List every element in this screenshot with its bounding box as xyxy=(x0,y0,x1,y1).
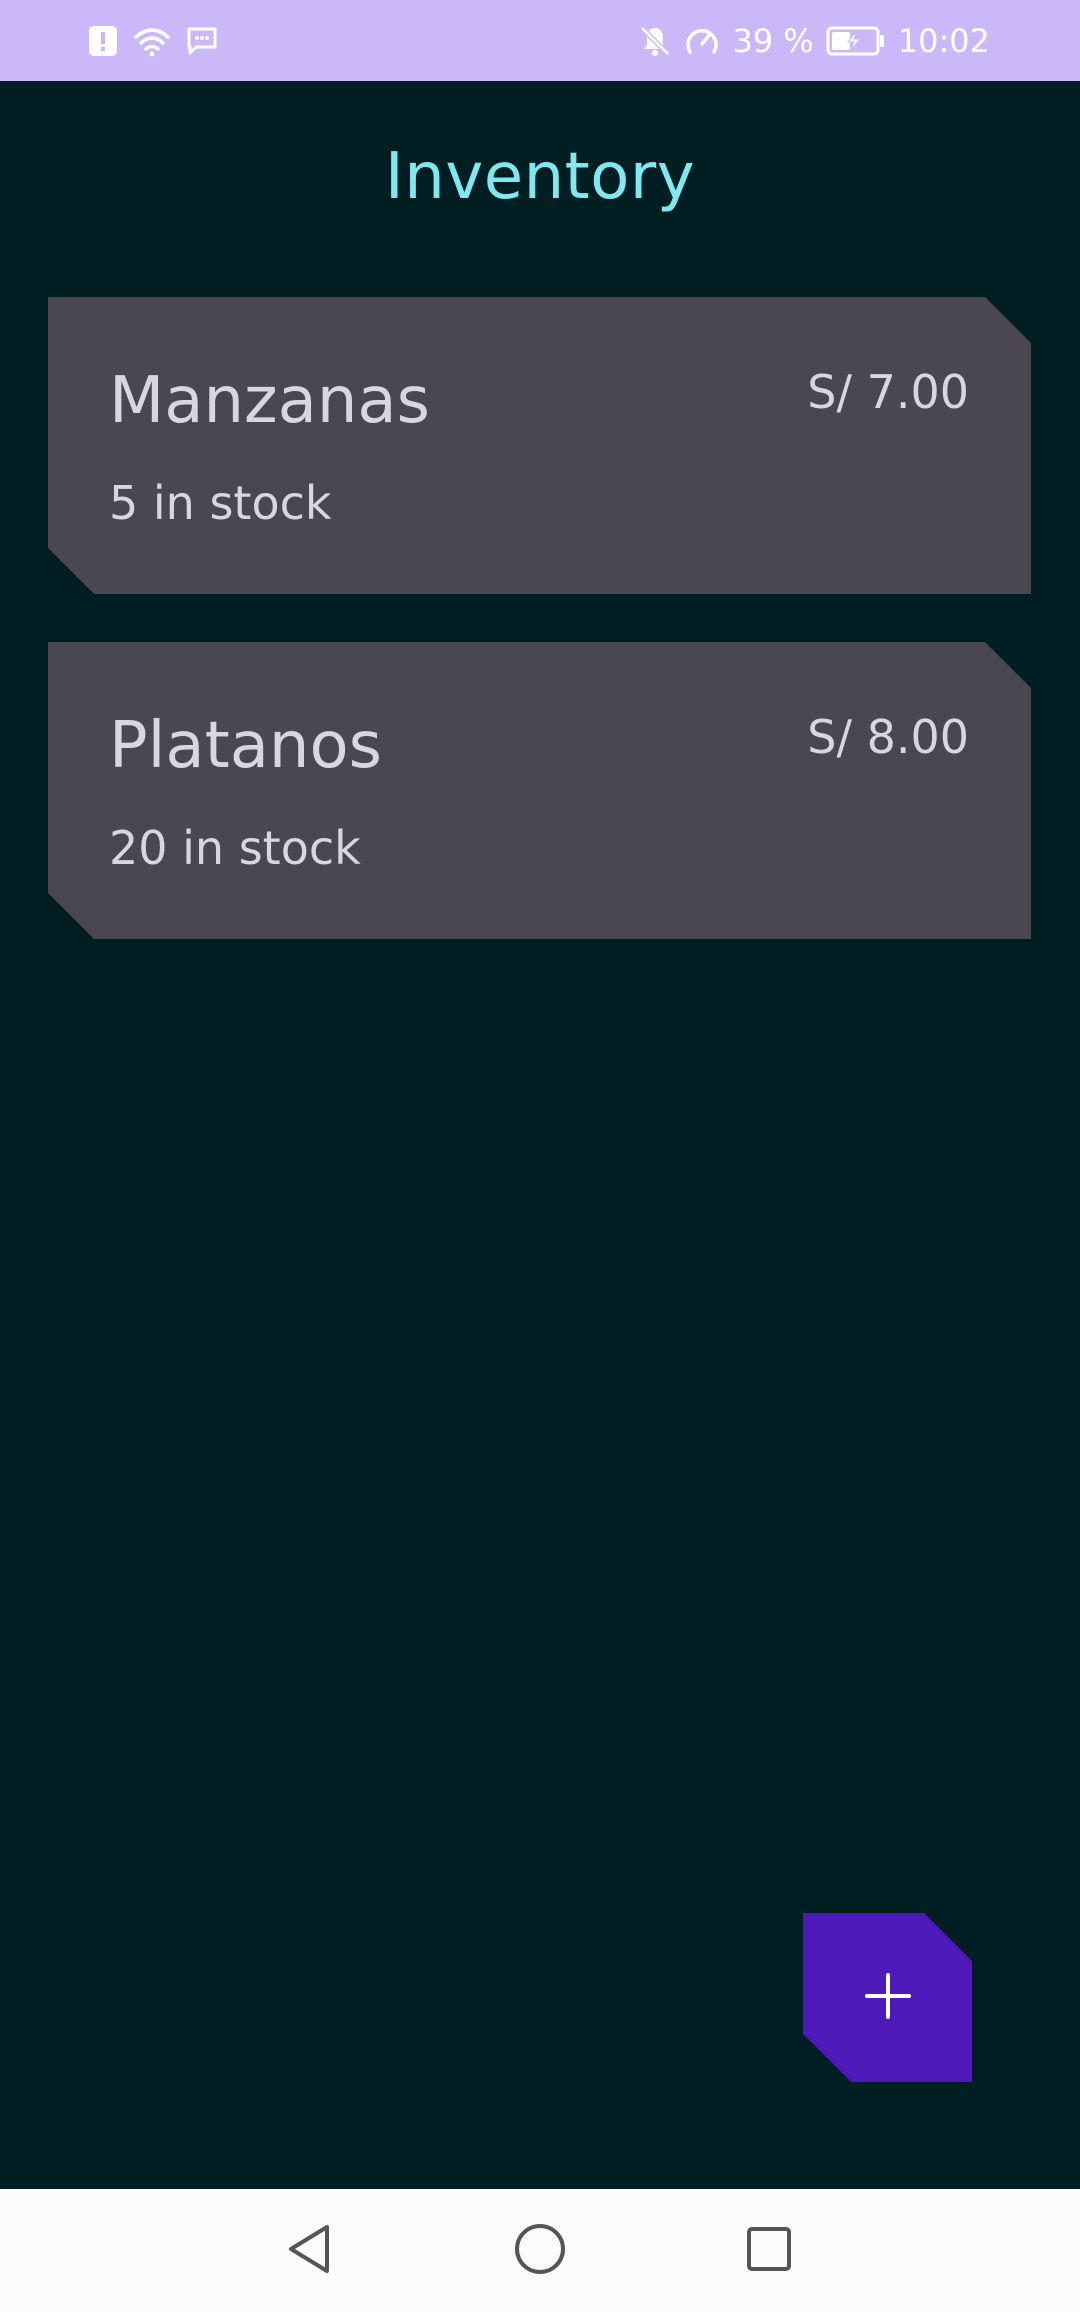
inventory-item-card[interactable]: Platanos S/ 8.00 20 in stock xyxy=(48,642,1031,939)
inventory-item-card[interactable]: Manzanas S/ 7.00 5 in stock xyxy=(48,297,1031,594)
mute-icon xyxy=(638,24,672,58)
item-stock: 20 in stock xyxy=(109,821,361,875)
item-name: Platanos xyxy=(109,709,382,783)
nav-recents-button[interactable] xyxy=(709,2189,829,2312)
nav-back-button[interactable] xyxy=(249,2189,369,2312)
clock: 10:02 xyxy=(897,21,990,60)
page-title: Inventory xyxy=(384,140,696,214)
item-name: Manzanas xyxy=(109,364,430,438)
status-left-icons xyxy=(88,0,218,81)
wifi-icon xyxy=(132,25,172,57)
plus-icon xyxy=(864,1972,912,2024)
item-price: S/ 7.00 xyxy=(807,365,969,419)
home-icon xyxy=(513,2222,567,2280)
status-right-icons: 39 % 10:02 xyxy=(638,0,990,81)
battery-charging-icon xyxy=(826,26,886,56)
status-bar: 39 % 10:02 xyxy=(0,0,1080,81)
item-price: S/ 8.00 xyxy=(807,710,969,764)
recents-icon xyxy=(745,2225,793,2277)
add-item-button[interactable] xyxy=(803,1913,972,2082)
battery-percent: 39 % xyxy=(732,21,814,60)
speed-icon xyxy=(684,24,720,58)
back-icon xyxy=(285,2223,333,2279)
item-stock: 5 in stock xyxy=(109,476,332,530)
message-icon xyxy=(186,26,218,56)
alert-icon xyxy=(88,25,118,57)
nav-home-button[interactable] xyxy=(480,2189,600,2312)
navigation-bar xyxy=(0,2189,1080,2312)
